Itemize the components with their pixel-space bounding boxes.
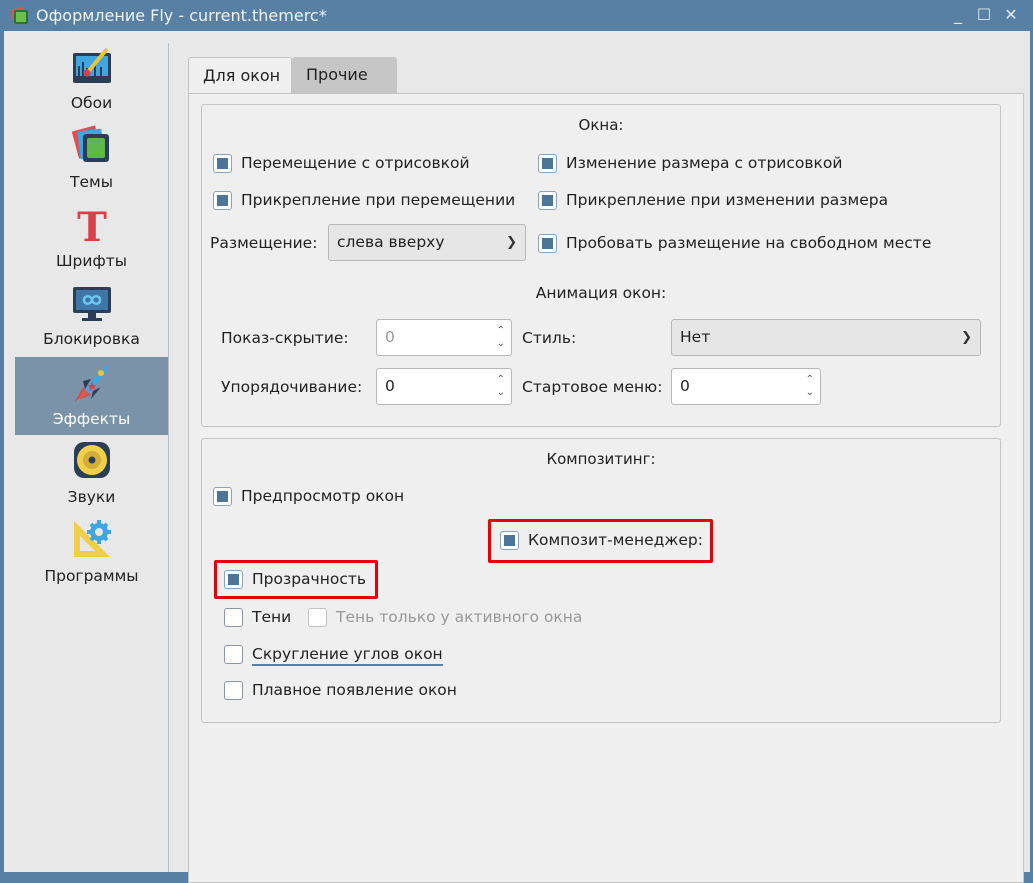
- shadows-checkbox[interactable]: [224, 608, 243, 627]
- sidebar-item-label: Темы: [70, 173, 113, 191]
- sidebar-item-lock[interactable]: Блокировка: [15, 277, 168, 355]
- composite-manager-label: Композит-менеджер:: [528, 531, 703, 549]
- lock-screen-icon: [73, 287, 111, 321]
- sidebar-item-programs[interactable]: Программы: [15, 514, 168, 592]
- arrange-spinbox[interactable]: 0 ⌃ ⌄: [376, 368, 512, 405]
- tab-panel: Окна: Перемещение с отрисовкой Изменение…: [188, 93, 1024, 883]
- chevron-down-icon: ❯: [961, 330, 972, 345]
- spin-arrows-icon[interactable]: ⌃ ⌄: [497, 324, 505, 350]
- speaker-icon: [74, 442, 110, 478]
- resize-opaque-label: Изменение размера с отрисовкой: [566, 154, 843, 172]
- sidebar-item-sounds[interactable]: Звуки: [15, 435, 168, 513]
- show-hide-label: Показ-скрытие:: [221, 329, 349, 347]
- preview-checkbox[interactable]: [213, 487, 232, 506]
- style-label: Стиль:: [522, 329, 577, 347]
- minimize-button[interactable]: _: [947, 4, 969, 26]
- composite-manager-checkbox[interactable]: [500, 531, 519, 550]
- snap-resize-checkbox[interactable]: [538, 191, 557, 210]
- transparency-checkbox[interactable]: [224, 570, 243, 589]
- show-hide-value: 0: [385, 328, 395, 346]
- style-select[interactable]: Нет ❯: [671, 319, 981, 356]
- windows-group-title: Окна:: [578, 116, 624, 134]
- sidebar-item-label: Звуки: [67, 488, 116, 506]
- placement-select[interactable]: слева вверху ❯: [328, 224, 526, 261]
- start-menu-spinbox[interactable]: 0 ⌃ ⌄: [671, 368, 821, 405]
- rounded-corners-label: Скругление углов окон: [252, 645, 443, 666]
- spin-arrows-icon[interactable]: ⌃ ⌄: [497, 373, 505, 399]
- start-menu-value: 0: [680, 377, 690, 395]
- shadow-active-only-checkbox[interactable]: [308, 608, 327, 627]
- spin-arrows-icon[interactable]: ⌃ ⌄: [806, 373, 814, 399]
- sidebar-item-label: Шрифты: [55, 252, 127, 270]
- preview-label: Предпросмотр окон: [241, 487, 405, 505]
- shadow-active-only-label: Тень только у активного окна: [336, 608, 583, 626]
- sidebar-item-label: Программы: [44, 567, 139, 585]
- chevron-down-icon: ❯: [506, 235, 517, 250]
- sidebar-item-wallpaper[interactable]: Обои: [15, 41, 168, 119]
- sidebar-item-fonts[interactable]: T Шрифты: [15, 199, 168, 277]
- smart-placement-checkbox[interactable]: [538, 234, 557, 253]
- move-opaque-checkbox[interactable]: [213, 154, 232, 173]
- placement-label: Размещение:: [210, 234, 318, 252]
- window-client: Обои Темы T Шрифты Блокировка Эффекты Зв…: [4, 31, 1030, 883]
- sidebar-item-label: Блокировка: [43, 330, 140, 348]
- style-value: Нет: [680, 328, 711, 346]
- sidebar-divider: [168, 43, 169, 872]
- app-icon: [11, 7, 28, 24]
- resize-opaque-checkbox[interactable]: [538, 154, 557, 173]
- fonts-icon: T: [77, 204, 107, 245]
- themes-icon: [71, 125, 109, 162]
- start-menu-label: Стартовое меню:: [522, 378, 663, 396]
- close-button[interactable]: ✕: [1000, 4, 1022, 26]
- sidebar-item-label: Обои: [70, 94, 113, 112]
- shadows-label: Тени: [252, 608, 292, 626]
- compositing-group-title: Композитинг:: [546, 450, 656, 468]
- snap-move-label: Прикрепление при перемещении: [241, 191, 516, 209]
- sidebar: Обои Темы T Шрифты Блокировка Эффекты Зв…: [15, 41, 168, 872]
- show-hide-spinbox[interactable]: 0 ⌃ ⌄: [376, 319, 512, 356]
- arrange-value: 0: [385, 377, 395, 395]
- sidebar-item-themes[interactable]: Темы: [15, 120, 168, 198]
- snap-resize-label: Прикрепление при изменении размера: [566, 191, 889, 209]
- tab-other[interactable]: Прочие: [292, 57, 397, 93]
- maximize-button[interactable]: ☐: [973, 4, 995, 26]
- wallpaper-icon: [73, 47, 111, 83]
- window-title: Оформление Fly - current.themerc*: [36, 6, 327, 25]
- placement-value: слева вверху: [337, 233, 445, 251]
- fade-in-label: Плавное появление окон: [252, 681, 457, 699]
- rocket-icon: [75, 365, 109, 401]
- sidebar-item-label: Эффекты: [52, 410, 131, 428]
- fade-in-checkbox[interactable]: [224, 681, 243, 700]
- tab-windows[interactable]: Для окон: [188, 57, 292, 94]
- transparency-label: Прозрачность: [252, 570, 367, 588]
- sidebar-item-effects[interactable]: Эффекты: [15, 357, 168, 435]
- programs-icon: [74, 520, 111, 557]
- move-opaque-label: Перемещение с отрисовкой: [241, 154, 470, 172]
- title-bar[interactable]: Оформление Fly - current.themerc* _ ☐ ✕: [0, 0, 1033, 31]
- animation-title: Анимация окон:: [535, 284, 667, 302]
- smart-placement-label: Пробовать размещение на свободном месте: [566, 234, 932, 252]
- snap-move-checkbox[interactable]: [213, 191, 232, 210]
- arrange-label: Упорядочивание:: [221, 378, 363, 396]
- svg-text:T: T: [77, 204, 107, 245]
- rounded-corners-checkbox[interactable]: [224, 645, 243, 664]
